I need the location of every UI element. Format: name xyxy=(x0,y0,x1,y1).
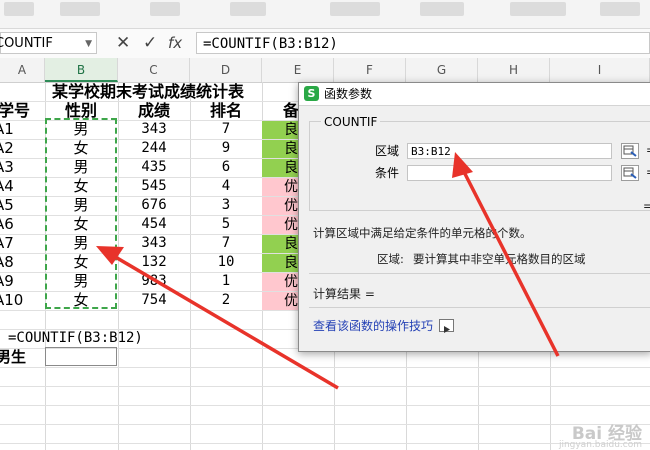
annotation-arrows xyxy=(96,152,560,390)
arrow-to-gender-column xyxy=(96,246,339,390)
watermark-domain: jingyan.baidu.com xyxy=(558,440,642,450)
arrow-to-region-input xyxy=(452,152,560,357)
